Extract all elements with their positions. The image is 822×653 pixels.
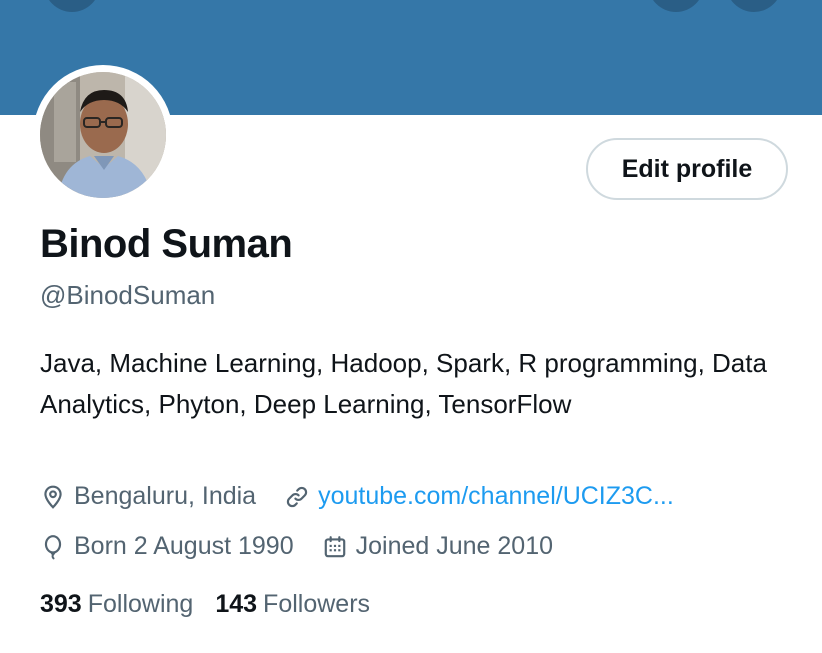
follow-stats: 393 Following 143 Followers: [40, 590, 392, 619]
followers-count: 143: [215, 590, 258, 618]
link-icon: [286, 486, 308, 507]
website-item[interactable]: youtube.com/channel/UCIZ3C...: [284, 482, 674, 511]
profile-handle: @BinodSuman: [40, 280, 216, 310]
profile-name: Binod Suman: [40, 222, 293, 266]
avatar[interactable]: [40, 72, 166, 198]
joined-item: Joined June 2010: [322, 532, 553, 561]
avatar-photo: [40, 72, 166, 198]
birthday-item: Born 2 August 1990: [40, 532, 294, 561]
profile-meta-row: Born 2 August 1990 Joined June 2010: [40, 532, 581, 561]
profile-bio: Java, Machine Learning, Hadoop, Spark, R…: [40, 348, 767, 419]
edit-profile-button[interactable]: Edit profile: [586, 138, 788, 200]
profile-meta-row: Bengaluru, India youtube.com/channel/UCI…: [40, 482, 702, 511]
joined-text: Joined June 2010: [355, 532, 554, 560]
location-text: Bengaluru, India: [74, 482, 257, 510]
following-count: 393: [40, 590, 82, 618]
followers-stat[interactable]: 143 Followers: [215, 590, 370, 619]
website-link[interactable]: youtube.com/channel/UCIZ3C...: [318, 482, 674, 511]
following-stat[interactable]: 393 Following: [40, 590, 193, 619]
more-options-button[interactable]: [726, 0, 782, 12]
avatar-frame: [33, 65, 173, 205]
location-pin-icon: [44, 485, 62, 509]
calendar-icon: [324, 535, 345, 557]
balloon-icon: [44, 534, 62, 559]
following-label: Following: [87, 590, 194, 618]
profile-page: Edit profile Binod Suman @BinodSuman Jav…: [0, 0, 822, 653]
birthday-text: Born 2 August 1990: [74, 532, 294, 560]
back-button[interactable]: [44, 0, 100, 12]
followers-label: Followers: [263, 590, 371, 618]
search-button[interactable]: [648, 0, 704, 12]
location-item: Bengaluru, India: [40, 482, 256, 511]
